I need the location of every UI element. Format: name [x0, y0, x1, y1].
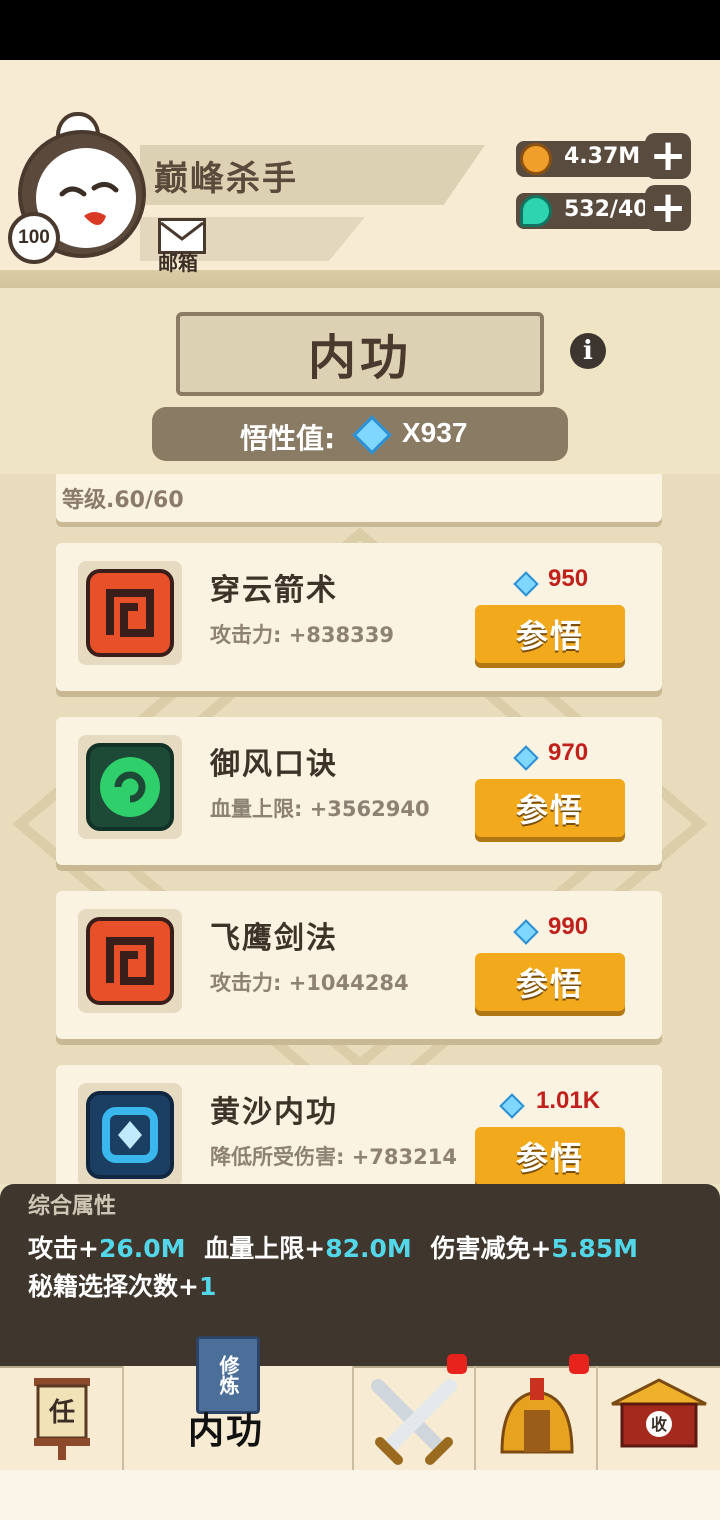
comprehend-button[interactable]: 参悟: [475, 779, 625, 837]
green-swirl-icon: [86, 743, 174, 831]
skill-card[interactable]: 御风口诀 血量上限: +3562940 970 参悟: [56, 717, 662, 865]
skill-stat: 攻击力: +838339: [210, 623, 394, 647]
task-scroll-icon: 任: [34, 1378, 90, 1460]
crystal-glyph-icon: [102, 1107, 158, 1163]
nav-tab-hero[interactable]: [476, 1366, 598, 1470]
red-scroll-icon: [86, 569, 174, 657]
cost-gem-icon: [513, 919, 539, 945]
crossed-swords-icon: [371, 1379, 457, 1465]
skill-cost: 990: [548, 913, 589, 940]
skill-card[interactable]: 穿云箭术 攻击力: +838339 950 参悟: [56, 543, 662, 691]
insight-value: X937: [402, 417, 468, 448]
blue-crystal-icon: [86, 1091, 174, 1179]
coins-value: 4.37M: [564, 144, 641, 169]
skill-cost: 1.01K: [536, 1087, 601, 1114]
red-scroll-icon: [86, 917, 174, 1005]
energy-value: 532/40: [564, 197, 649, 222]
cost-gem-icon: [513, 745, 539, 771]
summary-title: 综合属性: [28, 1194, 117, 1219]
summary-choice-line: 秘籍选择次数+1: [28, 1267, 216, 1303]
comprehend-button[interactable]: 参悟: [475, 1127, 625, 1185]
comprehend-button[interactable]: 参悟: [475, 605, 625, 663]
cost-gem-icon: [499, 1093, 525, 1119]
skill-name: 穿云箭术: [210, 573, 338, 608]
nav-tab-tasks[interactable]: 任: [0, 1366, 124, 1470]
add-coins-button[interactable]: +: [645, 133, 691, 179]
choice-value: 1: [198, 1272, 217, 1301]
page-title: 内功: [307, 330, 412, 386]
choice-label: 秘籍选择次数+: [28, 1272, 199, 1301]
skill-name: 飞鹰剑法: [210, 921, 338, 956]
skill-card[interactable]: 飞鹰剑法 攻击力: +1044284 990 参悟: [56, 891, 662, 1039]
skill-cost: 950: [548, 565, 589, 592]
insight-label: 悟性值:: [240, 422, 336, 455]
battle-notification-dot: [447, 1354, 467, 1374]
hp-label: 血量上限+: [204, 1234, 326, 1263]
skill-icon-frame: [78, 561, 182, 665]
header-divider: [0, 270, 720, 288]
attack-label: 攻击+: [28, 1234, 99, 1263]
add-energy-button[interactable]: +: [645, 185, 691, 231]
cost-gem-icon: [513, 571, 539, 597]
mail-label[interactable]: 邮箱: [158, 247, 198, 276]
comprehend-button[interactable]: 参悟: [475, 953, 625, 1011]
nav-tab-battle[interactable]: [354, 1366, 476, 1470]
helmet-icon: [500, 1378, 574, 1454]
spiral-glyph-icon: [106, 937, 154, 985]
task-glyph: 任: [48, 1398, 75, 1428]
damage-reduction-label: 伤害减免+: [430, 1234, 552, 1263]
skill-name: 御风口诀: [210, 747, 338, 782]
hp-value: 82.0M: [325, 1234, 412, 1263]
swirl-glyph-icon: [100, 757, 160, 817]
skill-cost: 970: [548, 739, 589, 766]
spiral-glyph-icon: [106, 589, 154, 637]
skill-icon-frame: [78, 1083, 182, 1187]
skill-stat: 攻击力: +1044284: [210, 971, 409, 995]
shop-building-icon: 收: [611, 1378, 707, 1448]
hero-notification-dot: [569, 1354, 589, 1374]
skill-icon-frame: [78, 909, 182, 1013]
nav-tab-collect[interactable]: 收: [598, 1366, 720, 1470]
damage-reduction-value: 5.85M: [551, 1234, 638, 1263]
nav-active-label: 内功: [188, 1411, 265, 1452]
skill-icon-frame: [78, 735, 182, 839]
skill-stat: 降低所受伤害: +783214: [210, 1145, 457, 1169]
collect-glyph: 收: [651, 1415, 667, 1434]
nav-footer: [0, 1470, 720, 1520]
status-bar: [0, 0, 720, 60]
partial-level-text: 等级.60/60: [62, 488, 184, 513]
skill-name: 黄沙内功: [210, 1095, 338, 1130]
coin-icon: [520, 143, 552, 175]
summary-stats-line: 攻击+26.0M 血量上限+82.0M 伤害减免+5.85M: [28, 1229, 638, 1265]
level-badge: 100: [8, 212, 60, 264]
info-icon[interactable]: i: [570, 333, 606, 369]
player-name: 巅峰杀手: [154, 159, 298, 199]
attack-value: 26.0M: [98, 1234, 186, 1263]
energy-drop-icon: [520, 195, 552, 227]
skill-stat: 血量上限: +3562940: [210, 797, 430, 821]
